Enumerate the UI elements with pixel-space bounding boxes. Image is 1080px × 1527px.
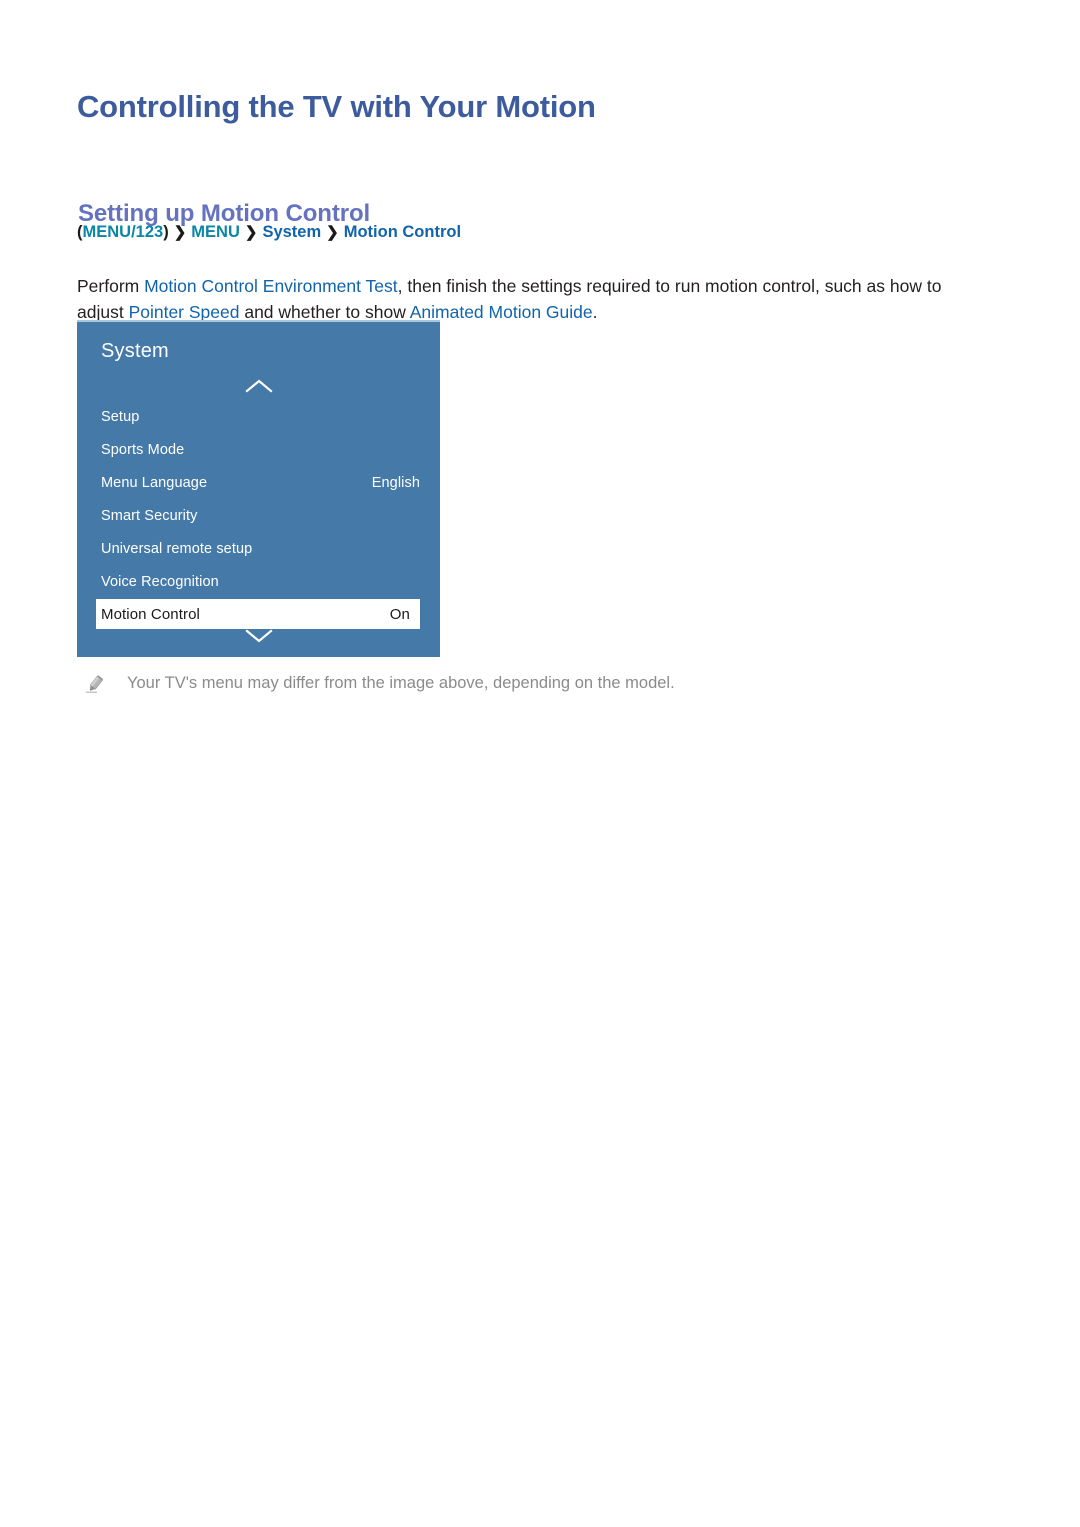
paragraph-highlight-animated-motion-guide: Animated Motion Guide xyxy=(409,301,593,322)
breadcrumb-item-menu123[interactable]: MENU/123 xyxy=(83,223,164,241)
tv-menu-item-label: Menu Language xyxy=(101,474,208,491)
breadcrumb-separator-icon: ❯ xyxy=(173,224,187,241)
chevron-down-icon[interactable] xyxy=(77,628,440,649)
paragraph-text-3: and whether to show xyxy=(239,301,410,322)
pencil-note-icon xyxy=(84,673,106,695)
tv-menu-item-label: Sports Mode xyxy=(101,441,185,458)
tv-menu-item-value: On xyxy=(389,605,410,623)
tv-menu-item-motion-control[interactable]: Motion Control On xyxy=(96,599,420,629)
note-row: Your TV's menu may differ from the image… xyxy=(84,672,675,695)
breadcrumb-item-system[interactable]: System xyxy=(262,223,321,241)
chevron-up-icon[interactable] xyxy=(77,378,440,399)
paragraph-highlight-pointer-speed: Pointer Speed xyxy=(128,301,240,322)
note-text: Your TV's menu may differ from the image… xyxy=(127,674,675,692)
breadcrumb-item-menu[interactable]: MENU xyxy=(191,223,240,241)
breadcrumb-separator-icon: ❯ xyxy=(244,224,258,241)
tv-menu-item-label: Universal remote setup xyxy=(101,540,253,557)
tv-menu-item-sports-mode[interactable]: Sports Mode xyxy=(77,433,440,466)
breadcrumb: (MENU/123) ❯ MENU ❯ System ❯ Motion Control xyxy=(77,222,461,243)
tv-menu-item-voice-recognition[interactable]: Voice Recognition xyxy=(77,565,440,598)
tv-menu-item-label: Smart Security xyxy=(101,507,198,524)
tv-menu-item-smart-security[interactable]: Smart Security xyxy=(77,499,440,532)
breadcrumb-close-paren: ) xyxy=(163,223,169,241)
tv-menu-item-universal-remote-setup[interactable]: Universal remote setup xyxy=(77,532,440,565)
breadcrumb-separator-icon: ❯ xyxy=(326,224,339,241)
tv-menu-item-value: English xyxy=(371,474,420,491)
tv-menu-panel: System Setup Sports Mode Menu Language E… xyxy=(77,320,440,657)
page-title: Controlling the TV with Your Motion xyxy=(77,88,596,124)
paragraph-text-4: . xyxy=(592,301,598,322)
tv-menu-panel-title: System xyxy=(101,340,169,362)
tv-menu-item-setup[interactable]: Setup xyxy=(77,400,440,433)
breadcrumb-item-motion-control[interactable]: Motion Control xyxy=(344,223,461,241)
body-paragraph: Perform Motion Control Environment Test,… xyxy=(77,273,987,325)
paragraph-highlight-environment-test: Motion Control Environment Test xyxy=(144,275,398,296)
tv-menu-item-label: Setup xyxy=(101,408,140,425)
paragraph-text-1: Perform xyxy=(77,275,145,296)
tv-menu-list: Setup Sports Mode Menu Language English … xyxy=(77,400,440,630)
tv-menu-item-label: Motion Control xyxy=(101,605,200,623)
page-root: Controlling the TV with Your Motion Sett… xyxy=(0,0,1080,1527)
tv-menu-item-label: Voice Recognition xyxy=(101,573,219,590)
tv-menu-item-menu-language[interactable]: Menu Language English xyxy=(77,466,440,499)
